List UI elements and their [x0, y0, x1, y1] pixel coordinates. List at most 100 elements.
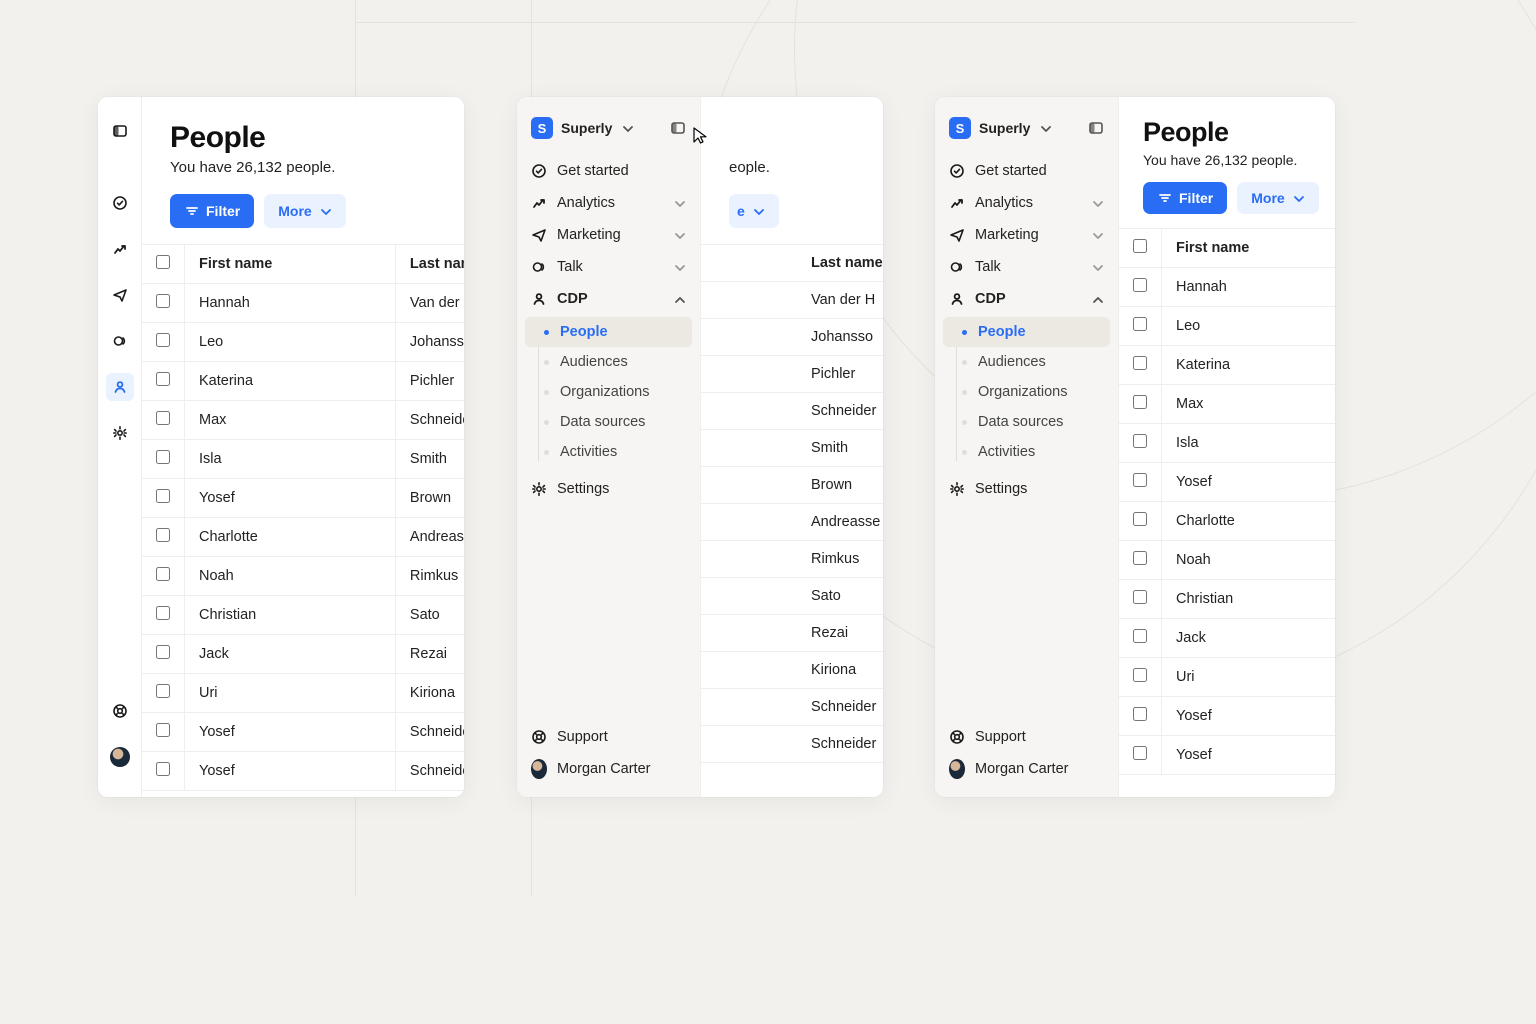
table-row[interactable]: Jack [1119, 619, 1335, 658]
row-checkbox[interactable] [142, 518, 185, 557]
table-row[interactable]: Rimkus [701, 541, 883, 578]
filter-button[interactable]: Filter [1143, 182, 1227, 214]
table-row[interactable]: Hannah [1119, 268, 1335, 307]
nav-marketing[interactable] [106, 281, 134, 309]
nav-settings[interactable]: Settings [935, 473, 1118, 505]
more-button[interactable]: More [264, 194, 345, 228]
more-button[interactable]: More [1237, 182, 1318, 214]
nav-support[interactable]: Support [935, 721, 1118, 753]
table-row[interactable]: Schneider [701, 726, 883, 763]
nav-cdp[interactable]: CDP [517, 283, 700, 315]
subnav-audiences[interactable]: Audiences [525, 347, 692, 377]
table-row[interactable]: Isla [1119, 424, 1335, 463]
toggle-sidebar-button[interactable] [670, 120, 686, 136]
col-first[interactable]: First name [1162, 229, 1336, 268]
row-checkbox[interactable] [1119, 502, 1162, 541]
nav-user[interactable]: Morgan Carter [517, 753, 700, 785]
toggle-sidebar-button[interactable] [1088, 120, 1104, 136]
row-checkbox[interactable] [1119, 580, 1162, 619]
table-row[interactable]: Noah [1119, 541, 1335, 580]
row-checkbox[interactable] [1119, 541, 1162, 580]
table-row[interactable]: Johansso [701, 319, 883, 356]
nav-marketing[interactable]: Marketing [935, 219, 1118, 251]
table-row[interactable]: HannahVan der H [142, 284, 464, 323]
nav-talk[interactable]: Talk [935, 251, 1118, 283]
table-row[interactable]: JackRezai [142, 635, 464, 674]
row-checkbox[interactable] [142, 674, 185, 713]
row-checkbox[interactable] [1119, 463, 1162, 502]
subnav-organizations[interactable]: Organizations [943, 377, 1110, 407]
nav-talk[interactable] [106, 327, 134, 355]
row-checkbox[interactable] [1119, 736, 1162, 775]
table-row[interactable]: IslaSmith [142, 440, 464, 479]
table-row[interactable]: ChristianSato [142, 596, 464, 635]
nav-settings[interactable]: Settings [517, 473, 700, 505]
col-last[interactable]: Last name [395, 245, 464, 284]
row-checkbox[interactable] [142, 752, 185, 791]
select-all[interactable] [142, 245, 185, 284]
subnav-people[interactable]: People [525, 317, 692, 347]
col-first[interactable]: First name [185, 245, 396, 284]
table-row[interactable]: MaxSchneider [142, 401, 464, 440]
row-checkbox[interactable] [142, 557, 185, 596]
row-checkbox[interactable] [1119, 346, 1162, 385]
table-row[interactable]: Kiriona [701, 652, 883, 689]
nav-analytics[interactable]: Analytics [517, 187, 700, 219]
row-checkbox[interactable] [1119, 307, 1162, 346]
row-checkbox[interactable] [142, 440, 185, 479]
nav-get-started[interactable]: Get started [935, 155, 1118, 187]
row-checkbox[interactable] [142, 713, 185, 752]
subnav-activities[interactable]: Activities [525, 437, 692, 467]
subnav-organizations[interactable]: Organizations [525, 377, 692, 407]
org-switcher[interactable]: S Superly [517, 109, 700, 147]
subnav-data-sources[interactable]: Data sources [943, 407, 1110, 437]
table-row[interactable]: LeoJohansso [142, 323, 464, 362]
user-avatar[interactable] [106, 743, 134, 771]
table-row[interactable]: Katerina [1119, 346, 1335, 385]
table-row[interactable]: YosefSchneider [142, 713, 464, 752]
nav-support[interactable] [106, 697, 134, 725]
row-checkbox[interactable] [1119, 424, 1162, 463]
row-checkbox[interactable] [142, 596, 185, 635]
table-row[interactable]: Schneider [701, 393, 883, 430]
nav-get-started[interactable]: Get started [517, 155, 700, 187]
table-row[interactable]: YosefSchneider [142, 752, 464, 791]
table-row[interactable]: Yosef [1119, 697, 1335, 736]
nav-marketing[interactable]: Marketing [517, 219, 700, 251]
table-row[interactable]: Andreasse [701, 504, 883, 541]
nav-get-started[interactable] [106, 189, 134, 217]
table-row[interactable]: Uri [1119, 658, 1335, 697]
subnav-people[interactable]: People [943, 317, 1110, 347]
org-switcher[interactable]: S Superly [935, 109, 1118, 147]
nav-user[interactable]: Morgan Carter [935, 753, 1118, 785]
table-row[interactable]: Smith [701, 430, 883, 467]
row-checkbox[interactable] [142, 635, 185, 674]
subnav-audiences[interactable]: Audiences [943, 347, 1110, 377]
row-checkbox[interactable] [1119, 619, 1162, 658]
more-button[interactable]: e [729, 194, 779, 228]
row-checkbox[interactable] [142, 479, 185, 518]
table-row[interactable]: Brown [701, 467, 883, 504]
table-row[interactable]: Leo [1119, 307, 1335, 346]
row-checkbox[interactable] [1119, 697, 1162, 736]
col-last[interactable]: Last name [701, 245, 883, 282]
nav-settings[interactable] [106, 419, 134, 447]
table-row[interactable]: UriKiriona [142, 674, 464, 713]
table-row[interactable]: Christian [1119, 580, 1335, 619]
row-checkbox[interactable] [142, 284, 185, 323]
table-row[interactable]: Yosef [1119, 736, 1335, 775]
table-row[interactable]: CharlotteAndreasse [142, 518, 464, 557]
row-checkbox[interactable] [142, 362, 185, 401]
table-row[interactable]: Max [1119, 385, 1335, 424]
table-row[interactable]: YosefBrown [142, 479, 464, 518]
row-checkbox[interactable] [142, 323, 185, 362]
table-row[interactable]: NoahRimkus [142, 557, 464, 596]
nav-analytics[interactable]: Analytics [935, 187, 1118, 219]
table-row[interactable]: Pichler [701, 356, 883, 393]
nav-cdp[interactable] [106, 373, 134, 401]
table-row[interactable]: Sato [701, 578, 883, 615]
subnav-activities[interactable]: Activities [943, 437, 1110, 467]
row-checkbox[interactable] [142, 401, 185, 440]
nav-talk[interactable]: Talk [517, 251, 700, 283]
toggle-sidebar-button[interactable] [106, 117, 134, 145]
